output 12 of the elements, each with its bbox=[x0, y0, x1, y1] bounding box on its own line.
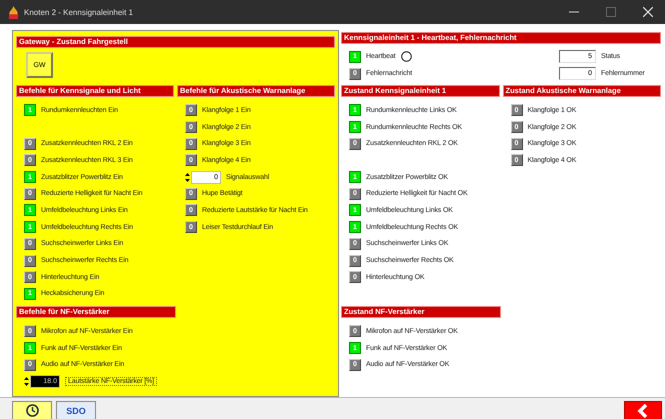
flame-icon bbox=[8, 6, 19, 18]
back-button[interactable] bbox=[624, 401, 662, 419]
close-icon[interactable] bbox=[643, 7, 653, 17]
window-title: Knoten 2 - Kennsignaleinheit 1 bbox=[24, 8, 133, 16]
maximize-icon[interactable] bbox=[606, 7, 616, 17]
circle-icon bbox=[401, 51, 412, 62]
clock-button[interactable] bbox=[12, 401, 52, 419]
chevron-left-icon bbox=[636, 404, 650, 418]
spin-arrows-icon[interactable] bbox=[24, 376, 29, 387]
spin-arrows-icon[interactable] bbox=[185, 172, 190, 183]
sdo-button[interactable]: SDO bbox=[56, 401, 96, 419]
clock-icon bbox=[26, 404, 38, 417]
